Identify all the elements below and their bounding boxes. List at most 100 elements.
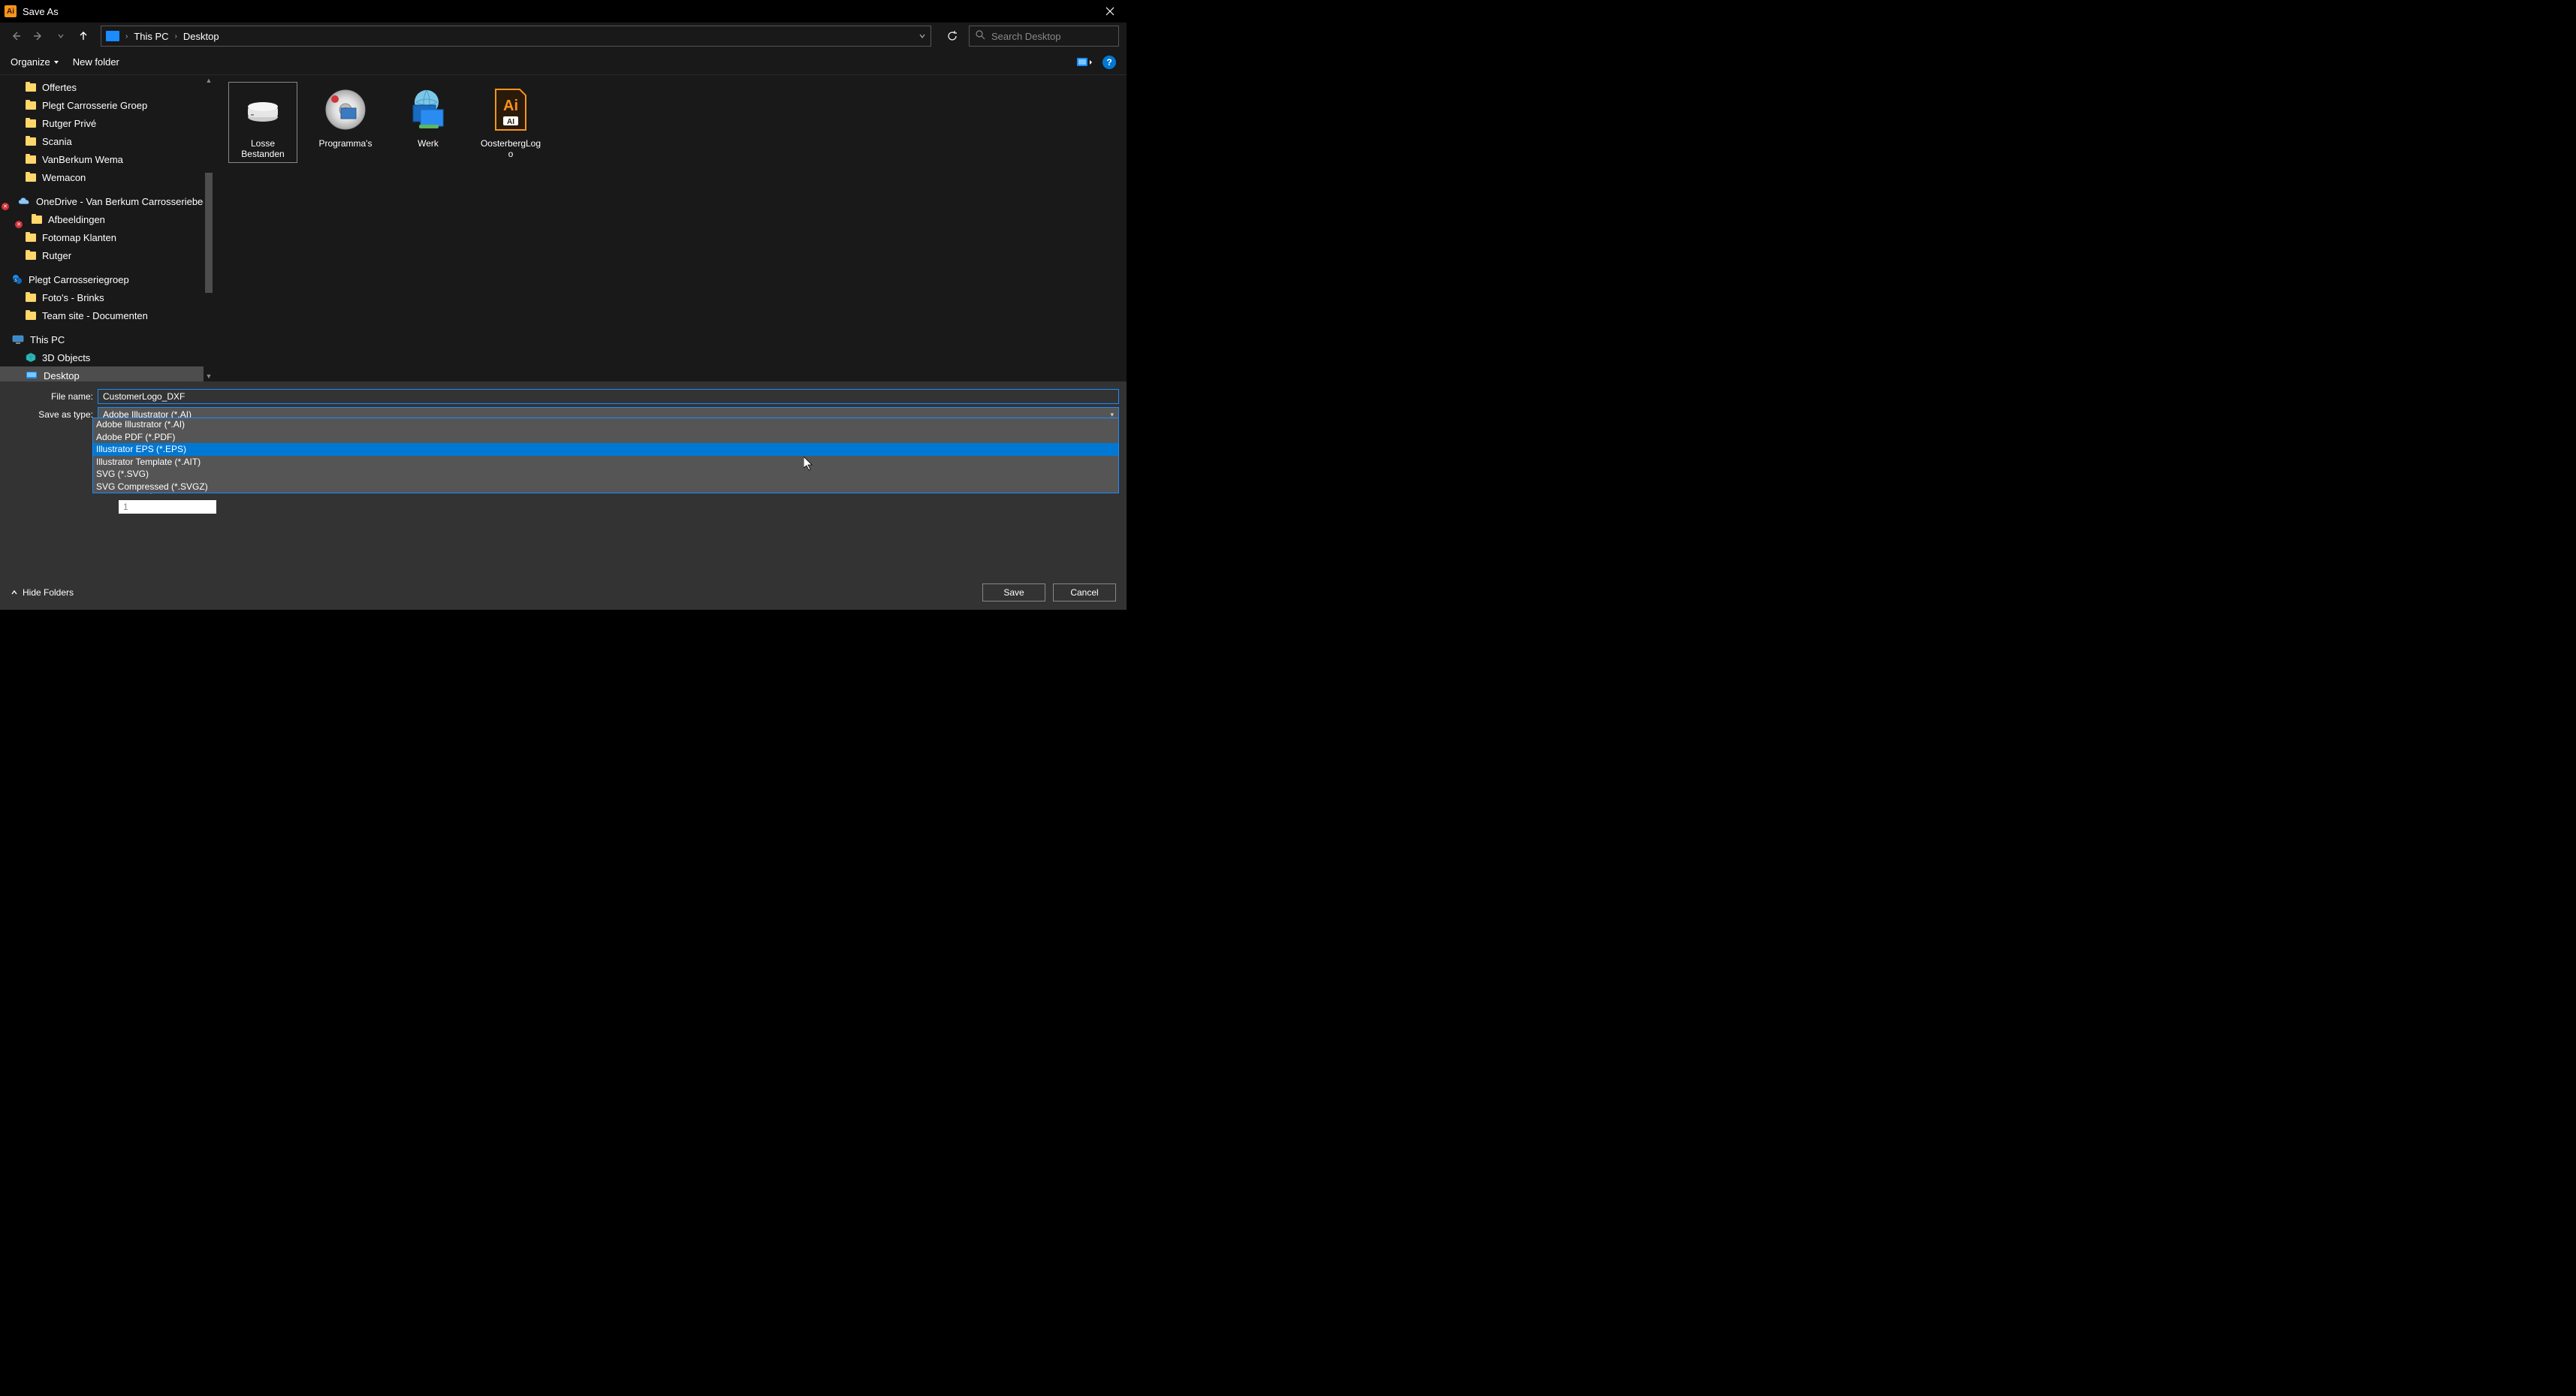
tree-item-label: Foto's - Brinks (42, 292, 104, 303)
tree-item[interactable]: S Plegt Carrosseriegroep (0, 270, 214, 288)
tree-item-label: Team site - Documenten (42, 310, 148, 321)
app-icon: Ai (5, 5, 17, 17)
tree-item-label: This PC (30, 334, 65, 345)
new-folder-button[interactable]: New folder (73, 56, 119, 68)
tree-item-label: VanBerkum Wema (42, 154, 123, 165)
filetype-option[interactable]: Illustrator EPS (*.EPS) (93, 443, 1118, 456)
range-input[interactable] (119, 500, 216, 514)
chevron-right-icon: › (175, 32, 177, 41)
folder-icon (26, 83, 36, 92)
folder-icon (26, 294, 36, 302)
tree-item[interactable]: Team site - Documenten (0, 306, 214, 324)
sharepoint-icon: S (12, 274, 23, 285)
save-panel: File name: Save as type: Adobe Illustrat… (0, 381, 1127, 514)
filetype-dropdown[interactable]: Adobe Illustrator (*.AI)Adobe PDF (*.PDF… (92, 418, 1119, 493)
svg-text:Ai: Ai (503, 98, 518, 114)
tree-item[interactable]: ✕Afbeeldingen (0, 210, 214, 228)
tree-item[interactable]: Fotomap Klanten (0, 228, 214, 246)
tree-item-label: Offertes (42, 82, 77, 93)
close-button[interactable] (1093, 0, 1127, 23)
folder-icon (26, 137, 36, 146)
view-mode-button[interactable] (1077, 56, 1093, 68)
forward-arrow-icon (32, 30, 44, 42)
forward-button[interactable] (30, 28, 47, 44)
hide-folders-toggle[interactable]: Hide Folders (11, 587, 74, 598)
file-item[interactable]: Losse Bestanden (229, 83, 297, 162)
file-item-label: Werk (418, 138, 439, 149)
organize-label: Organize (11, 56, 50, 68)
navbar: › This PC › Desktop (0, 23, 1127, 50)
sidebar-scrollbar[interactable]: ▲ ▼ (204, 75, 214, 381)
breadcrumb-dropdown[interactable] (918, 31, 926, 42)
scroll-thumb[interactable] (205, 173, 213, 293)
folder-icon (26, 119, 36, 128)
back-arrow-icon (10, 30, 22, 42)
search-box[interactable] (969, 26, 1119, 47)
hide-folders-label: Hide Folders (23, 587, 74, 598)
filetype-option[interactable]: Adobe Illustrator (*.AI) (93, 418, 1118, 431)
filetype-option[interactable]: Adobe PDF (*.PDF) (93, 431, 1118, 444)
breadcrumb-item[interactable]: This PC (134, 31, 168, 42)
file-item-label: OosterbergLogo (480, 138, 541, 159)
file-item[interactable]: Werk (394, 83, 462, 152)
titlebar: Ai Save As (0, 0, 1127, 23)
folder-icon (26, 155, 36, 164)
desktop-icon (26, 371, 38, 380)
file-item[interactable]: Ai AI OosterbergLogo (477, 83, 544, 162)
tree-item[interactable]: Offertes (0, 78, 214, 96)
file-list[interactable]: Losse Bestanden Programma's Werk Ai AI Ooster… (214, 75, 1127, 381)
3d-objects-icon (26, 352, 36, 363)
close-icon (1106, 7, 1115, 16)
dialog-footer: Hide Folders Save Cancel (0, 575, 1127, 610)
folder-icon (26, 312, 36, 320)
chevron-down-icon (57, 32, 65, 40)
organize-menu[interactable]: Organize (11, 56, 59, 68)
help-button[interactable]: ? (1102, 56, 1116, 69)
network-folder-icon (404, 86, 452, 134)
filetype-option[interactable]: SVG (*.SVG) (93, 468, 1118, 481)
tree-item[interactable]: ✕OneDrive - Van Berkum Carrosseriebedrij… (0, 192, 214, 210)
filetype-option[interactable]: Illustrator Template (*.AIT) (93, 456, 1118, 469)
recent-dropdown[interactable] (53, 28, 69, 44)
filetype-option[interactable]: SVG Compressed (*.SVGZ) (93, 481, 1118, 493)
folder-icon (26, 173, 36, 182)
cancel-button[interactable]: Cancel (1053, 583, 1116, 602)
tree-item-label: 3D Objects (42, 352, 90, 363)
tree-item-label: Rutger Privé (42, 118, 96, 129)
refresh-button[interactable] (942, 26, 963, 47)
tree-item[interactable]: Scania (0, 132, 214, 150)
scroll-up-arrow[interactable]: ▲ (204, 75, 214, 86)
tree-item-label: Fotomap Klanten (42, 232, 116, 243)
chevron-down-icon (918, 32, 926, 40)
chevron-up-icon (11, 589, 18, 596)
file-item[interactable]: Programma's (312, 83, 379, 152)
breadcrumb-item[interactable]: Desktop (183, 31, 219, 42)
search-input[interactable] (991, 31, 1124, 42)
tree-item[interactable]: Rutger (0, 246, 214, 264)
tree-item[interactable]: Desktop (0, 366, 214, 381)
up-button[interactable] (75, 28, 92, 44)
tree-item[interactable]: Foto's - Brinks (0, 288, 214, 306)
tree-item[interactable]: VanBerkum Wema (0, 150, 214, 168)
back-button[interactable] (8, 28, 24, 44)
tree-item[interactable]: Rutger Privé (0, 114, 214, 132)
up-arrow-icon (77, 30, 89, 42)
svg-text:AI: AI (507, 118, 514, 126)
tree-item-label: OneDrive - Van Berkum Carrosseriebedrijf (36, 196, 214, 207)
filetype-label: Save as type: (8, 409, 98, 420)
scroll-down-arrow[interactable]: ▼ (204, 371, 214, 381)
breadcrumb-bar[interactable]: › This PC › Desktop (101, 26, 931, 47)
filename-input[interactable] (98, 389, 1119, 404)
folder-tree: Offertes Plegt Carrosserie Groep Rutger Pr… (0, 75, 214, 381)
save-button[interactable]: Save (982, 583, 1045, 602)
file-item-label: Losse Bestanden (232, 138, 294, 159)
tree-item-label: Plegt Carrosserie Groep (42, 100, 147, 111)
tree-item[interactable]: Wemacon (0, 168, 214, 186)
view-icon (1077, 56, 1093, 68)
tree-item[interactable]: 3D Objects (0, 348, 214, 366)
tree-item[interactable]: Plegt Carrosserie Groep (0, 96, 214, 114)
chevron-right-icon: › (125, 32, 128, 41)
tree-item-label: Plegt Carrosseriegroep (29, 274, 129, 285)
cloud-icon (18, 197, 30, 206)
tree-item[interactable]: This PC (0, 330, 214, 348)
